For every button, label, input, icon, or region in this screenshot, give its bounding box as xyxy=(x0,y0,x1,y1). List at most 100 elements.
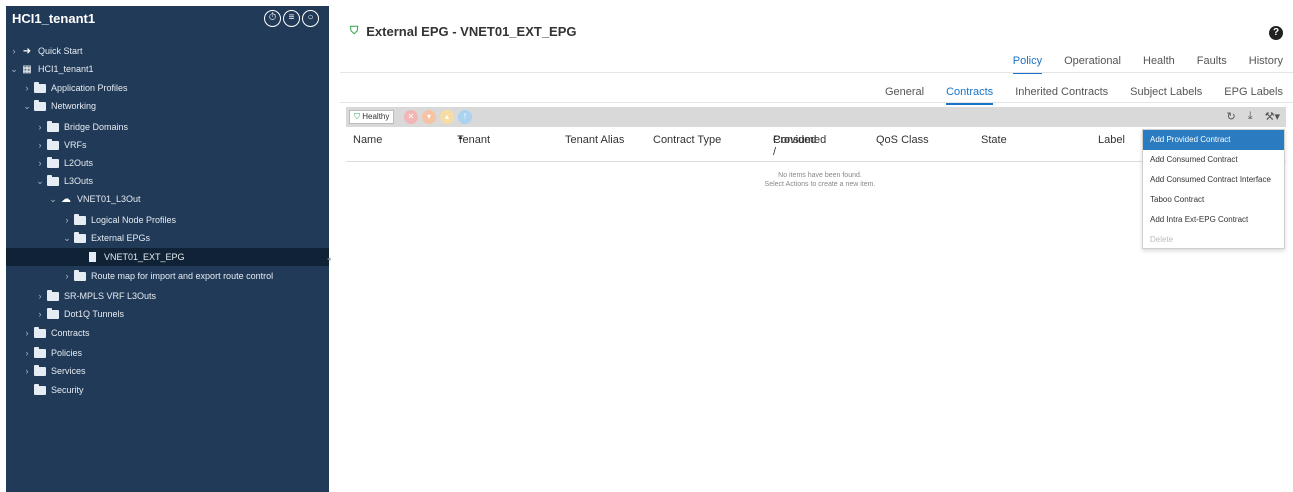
folder-icon xyxy=(74,269,86,281)
chevron-right-icon[interactable]: › xyxy=(35,140,45,150)
tree-item-label: Logical Node Profiles xyxy=(91,215,177,225)
tenant-icon: ▦ xyxy=(22,63,32,75)
empty-table-message: No items have been found. Select Actions… xyxy=(680,171,960,189)
tree-item-vnet01-l3out[interactable]: ⌄ ☁ VNET01_L3Out xyxy=(6,190,329,208)
tree-item-label: HCI1_tenant1 xyxy=(38,64,94,74)
divider xyxy=(340,102,1293,103)
toolbar-actions: ↻ ⤓ ⚒▾ xyxy=(1227,110,1280,123)
minor-fault-icon[interactable]: ▴ xyxy=(440,110,454,124)
major-fault-icon[interactable]: ▾ xyxy=(422,110,436,124)
tree-item-route-map[interactable]: › Route map for import and export route … xyxy=(6,267,329,285)
chevron-down-icon[interactable]: ⌄ xyxy=(62,233,72,244)
column-header-name[interactable]: Name xyxy=(353,134,382,146)
actions-dropdown-menu: Add Provided Contract Add Consumed Contr… xyxy=(1142,129,1285,249)
chevron-right-icon[interactable]: › xyxy=(22,328,32,338)
document-icon xyxy=(89,252,96,262)
tree-item-security[interactable]: Security xyxy=(6,381,329,399)
shield-icon: ⛉ xyxy=(350,25,359,37)
column-header-consumed: Consumed xyxy=(773,134,827,146)
tree-item-label: L3Outs xyxy=(64,176,94,186)
menu-item-add-consumed-contract[interactable]: Add Consumed Contract xyxy=(1143,150,1284,170)
tree-item-services[interactable]: › Services xyxy=(6,362,329,380)
chevron-right-icon[interactable]: › xyxy=(35,158,45,168)
folder-icon xyxy=(47,174,59,186)
page-title-text: External EPG - VNET01_EXT_EPG xyxy=(366,24,577,39)
chevron-down-icon[interactable]: ⌄ xyxy=(48,194,58,205)
chevron-right-icon[interactable]: › xyxy=(62,271,72,281)
divider xyxy=(340,72,1293,73)
folder-icon xyxy=(34,99,46,111)
chevron-right-icon[interactable]: › xyxy=(35,309,45,319)
tree-item-label: VNET01_EXT_EPG xyxy=(104,252,185,262)
chevron-right-icon[interactable]: › xyxy=(9,46,19,56)
tree-item-label: Bridge Domains xyxy=(64,122,129,132)
warning-fault-icon[interactable]: ! xyxy=(458,110,472,124)
column-header-label[interactable]: Label xyxy=(1098,134,1125,146)
folder-icon xyxy=(47,289,59,301)
tools-icon[interactable]: ⚒▾ xyxy=(1265,110,1280,123)
menu-item-taboo-contract[interactable]: Taboo Contract xyxy=(1143,190,1284,210)
tree-item-sr-mpls[interactable]: › SR-MPLS VRF L3Outs xyxy=(6,287,329,305)
tree-item-vnet01-ext-epg[interactable]: VNET01_EXT_EPG xyxy=(6,248,329,266)
tree-item-quick-start[interactable]: › ➜ Quick Start xyxy=(6,42,329,60)
tree-item-l2outs[interactable]: › L2Outs xyxy=(6,154,329,172)
sidebar-title: HCI1_tenant1 xyxy=(12,11,96,26)
history-icon[interactable]: ⏱ xyxy=(264,10,281,27)
folder-icon xyxy=(34,346,46,358)
filter-icon[interactable]: ≡ xyxy=(283,10,300,27)
health-badge[interactable]: ⛉ Healthy xyxy=(349,110,395,124)
chevron-down-icon[interactable]: ⌄ xyxy=(22,101,32,112)
column-header-tenant-alias[interactable]: Tenant Alias xyxy=(565,134,624,146)
tree-item-networking[interactable]: ⌄ Networking xyxy=(6,97,329,115)
menu-item-add-consumed-contract-interface[interactable]: Add Consumed Contract Interface xyxy=(1143,170,1284,190)
sidebar-collapse-handle[interactable]: ◂ xyxy=(327,255,331,263)
tree-item-label: VRFs xyxy=(64,140,87,150)
navigation-sidebar: HCI1_tenant1 ⏱ ≡ ○ › ➜ Quick Start ⌄ ▦ H… xyxy=(6,6,329,492)
tree-item-label: SR-MPLS VRF L3Outs xyxy=(64,291,157,301)
health-label: Healthy xyxy=(362,112,390,121)
column-header-state[interactable]: State xyxy=(981,134,1007,146)
folder-icon xyxy=(34,383,46,395)
chevron-down-icon[interactable]: ⌄ xyxy=(9,64,19,75)
chevron-down-icon[interactable]: ⌄ xyxy=(35,176,45,187)
folder-icon xyxy=(34,81,46,93)
tree-item-policies[interactable]: › Policies xyxy=(6,344,329,362)
chevron-right-icon[interactable]: › xyxy=(22,83,32,93)
tree-item-dot1q-tunnels[interactable]: › Dot1Q Tunnels xyxy=(6,305,329,323)
menu-item-add-intra-ext-epg-contract[interactable]: Add Intra Ext-EPG Contract xyxy=(1143,210,1284,230)
chevron-right-icon[interactable]: › xyxy=(22,348,32,358)
refresh-icon[interactable]: ↻ xyxy=(1227,110,1236,123)
chevron-right-icon[interactable]: › xyxy=(22,366,32,376)
chevron-right-icon[interactable]: › xyxy=(35,122,45,132)
tree-item-contracts[interactable]: › Contracts xyxy=(6,324,329,342)
column-header-qos-class[interactable]: QoS Class xyxy=(876,134,929,146)
menu-item-add-provided-contract[interactable]: Add Provided Contract xyxy=(1143,130,1284,150)
cloud-icon: ☁ xyxy=(61,193,71,205)
column-header-contract-type[interactable]: Contract Type xyxy=(653,134,721,146)
tree-item-label: VNET01_L3Out xyxy=(77,194,141,204)
tree-item-label: Quick Start xyxy=(38,46,83,56)
tree-item-label: L2Outs xyxy=(64,158,94,168)
tree-item-l3outs[interactable]: ⌄ L3Outs xyxy=(6,172,329,190)
folder-icon xyxy=(34,326,46,338)
critical-fault-icon[interactable]: ✕ xyxy=(404,110,418,124)
chevron-right-icon[interactable]: › xyxy=(35,291,45,301)
tree-item-application-profiles[interactable]: › Application Profiles xyxy=(6,79,329,97)
tree-item-label: Dot1Q Tunnels xyxy=(64,309,125,319)
tree-item-bridge-domains[interactable]: › Bridge Domains xyxy=(6,118,329,136)
folder-icon xyxy=(74,231,86,243)
empty-message-line: No items have been found. xyxy=(778,172,862,179)
tree-item-logical-node-profiles[interactable]: › Logical Node Profiles xyxy=(6,211,329,229)
tree-item-tenant[interactable]: ⌄ ▦ HCI1_tenant1 xyxy=(6,60,329,78)
help-icon[interactable]: ? xyxy=(1269,26,1283,40)
tree-item-external-epgs[interactable]: ⌄ External EPGs xyxy=(6,229,329,247)
refresh-icon[interactable]: ○ xyxy=(302,10,319,27)
folder-icon xyxy=(47,120,59,132)
tree-item-label: Route map for import and export route co… xyxy=(91,271,274,281)
folder-icon xyxy=(47,156,59,168)
download-icon[interactable]: ⤓ xyxy=(1248,110,1253,123)
folder-icon xyxy=(47,307,59,319)
tree-item-vrfs[interactable]: › VRFs xyxy=(6,136,329,154)
quick-start-icon: ➜ xyxy=(22,45,32,57)
chevron-right-icon[interactable]: › xyxy=(62,215,72,225)
